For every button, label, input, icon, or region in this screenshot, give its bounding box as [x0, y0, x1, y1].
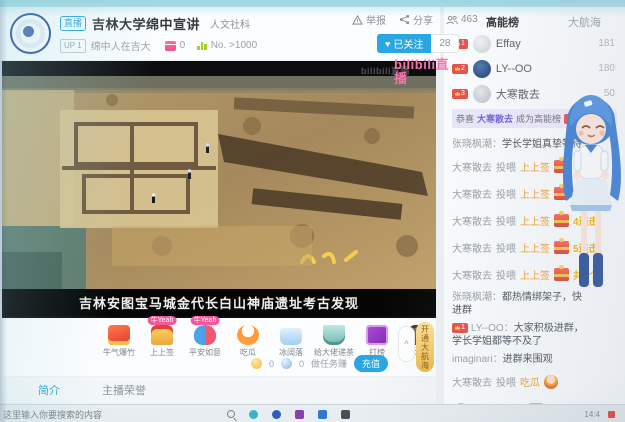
- gift-stat-count: 0: [180, 40, 186, 51]
- melon-emoji-icon: [544, 375, 558, 389]
- niu-yeah-badge: 牛Yeah: [191, 316, 220, 325]
- gift-item-tea[interactable]: 给大佬递茶: [317, 325, 351, 358]
- rank-row[interactable]: 1 Effay 181: [452, 31, 617, 56]
- chevron-up-icon: ^: [404, 339, 408, 349]
- ticket-icon: [366, 325, 388, 345]
- chat-message: imaginari：进群来围观: [452, 353, 617, 366]
- gift-item-melon[interactable]: 吃瓜: [231, 325, 265, 358]
- report-icon: [352, 15, 363, 25]
- room-title: 吉林大学绵中宣讲: [92, 14, 200, 33]
- fortune-stick-icon: [151, 325, 173, 345]
- aerial-dig-illustration: [2, 76, 436, 289]
- chat-message: 1LY--OO：大家积极进群，学长学姐都等不及了: [452, 322, 617, 348]
- taskbar-tray: 14:4: [584, 410, 625, 419]
- open-fleet-banner[interactable]: 开通大航海: [416, 322, 434, 372]
- app-icon[interactable]: [341, 410, 350, 419]
- avatar: [473, 60, 491, 78]
- windows-taskbar: 这里输入你要搜索的内容 14:4: [0, 404, 625, 422]
- app-icon[interactable]: [295, 410, 304, 419]
- follow-group: ♥ 已关注 28: [377, 34, 459, 53]
- silver-seed-count: 0: [299, 359, 304, 369]
- monitor-photo: 直播 吉林大学绵中宣讲 人文社科 UP 1 绵中人在吉大 0 No. >1000: [0, 0, 625, 422]
- chat-sidebar: 高能榜 大航海 1 Effay 181 2 LY--OO 180 3 大寒散去 …: [444, 7, 625, 404]
- followed-button[interactable]: ♥ 已关注: [377, 34, 431, 53]
- gold-seed-icon: [251, 358, 262, 369]
- taskbar-search-box[interactable]: 这里输入你要搜索的内容: [0, 408, 102, 421]
- rank-stat-icon: [197, 42, 207, 50]
- taskbar-icons: [227, 410, 350, 419]
- player-letterbox-top: bilibili直播: [2, 61, 436, 77]
- gift-item-cola[interactable]: 冰阔落: [274, 325, 308, 358]
- header-actions: 举报 分享 463: [352, 12, 478, 27]
- gift-message: 大寒散去投喂吃瓜: [452, 373, 617, 391]
- niu-yeah-badge: 牛Yeah: [148, 316, 177, 325]
- share-icon: [399, 14, 410, 25]
- app-icon[interactable]: [272, 410, 281, 419]
- heart-icon: ♥: [385, 39, 390, 49]
- tab-streamer-honor[interactable]: 主播荣誉: [102, 382, 146, 398]
- rank-3-badge: 3: [452, 89, 468, 99]
- clock: 14:4: [584, 410, 600, 419]
- video-player[interactable]: bilibili直播: [2, 61, 436, 318]
- gift-item-ticket[interactable]: 打榜: [360, 325, 394, 358]
- wallet-row: 0 0 做任务赚 充值: [251, 355, 388, 372]
- share-button[interactable]: 分享: [399, 12, 433, 27]
- gift-stat-icon: [165, 41, 176, 51]
- firecracker-icon: [108, 325, 130, 345]
- tab-intro[interactable]: 简介: [38, 382, 60, 398]
- tab-fleet[interactable]: 大航海: [568, 14, 601, 30]
- cola-icon: [280, 325, 302, 345]
- avatar: [473, 85, 491, 103]
- edge-browser-icon[interactable]: [249, 410, 258, 419]
- video-frame-archaeological-site[interactable]: [2, 76, 436, 289]
- follow-count: 28: [431, 34, 459, 53]
- header-text-block: 直播 吉林大学绵中宣讲 人文社科 UP 1 绵中人在吉大 0 No. >1000: [60, 14, 269, 53]
- avatar: [473, 35, 491, 53]
- folder-icon[interactable]: [318, 410, 327, 419]
- room-info-tabs: 简介 主播荣誉: [2, 377, 436, 403]
- live-badge: 直播: [60, 16, 86, 31]
- room-category[interactable]: 人文社科: [210, 16, 250, 31]
- earn-by-task-link[interactable]: 做任务赚: [311, 357, 347, 370]
- lucky-dolls-icon: [194, 325, 216, 345]
- hot-rank-label[interactable]: No. >1000: [211, 40, 257, 51]
- rank-row[interactable]: 2 LY--OO 180: [452, 56, 617, 81]
- gift-dock: 牛气爆竹 牛Yeah 上上签 牛Yeah 平安如意 吃瓜 冰阔落: [2, 318, 436, 376]
- silver-seed-icon: [281, 358, 292, 369]
- streamer-logo-jilin-university-seal[interactable]: [10, 13, 51, 54]
- melon-icon: [237, 325, 259, 345]
- tea-icon: [323, 325, 345, 345]
- recharge-button[interactable]: 充值: [354, 355, 388, 372]
- gift-items: 牛气爆竹 牛Yeah 上上签 牛Yeah 平安如意 吃瓜 冰阔落: [102, 325, 437, 358]
- viewers-counter: 463: [446, 14, 478, 25]
- gift-item-lucky-dolls[interactable]: 牛Yeah 平安如意: [188, 325, 222, 358]
- search-icon[interactable]: [227, 410, 235, 418]
- video-caption-bar: 吉林安图宝马城金代长白山神庙遗址考古发现: [2, 289, 436, 316]
- gift-item-firecracker[interactable]: 牛气爆竹: [102, 325, 136, 358]
- mascot-anime-girl: [554, 83, 625, 297]
- report-button[interactable]: 举报: [352, 12, 386, 27]
- gift-item-fortune-stick[interactable]: 牛Yeah 上上签: [145, 325, 179, 358]
- up-badge: UP 1: [60, 39, 86, 53]
- gift-dock-collapse-button[interactable]: ^: [398, 326, 415, 362]
- video-caption: 吉林安图宝马城金代长白山神庙遗址考古发现: [79, 293, 359, 312]
- up-name[interactable]: 绵中人在吉大: [91, 38, 151, 53]
- gold-seed-count: 0: [269, 359, 274, 369]
- bilibili-live-logo: bilibili直播: [394, 58, 460, 86]
- notification-icon[interactable]: [608, 411, 615, 418]
- rank-1-badge: 1: [452, 323, 468, 333]
- tab-high-energy-rank[interactable]: 高能榜: [486, 14, 519, 30]
- viewers-icon: [446, 15, 458, 25]
